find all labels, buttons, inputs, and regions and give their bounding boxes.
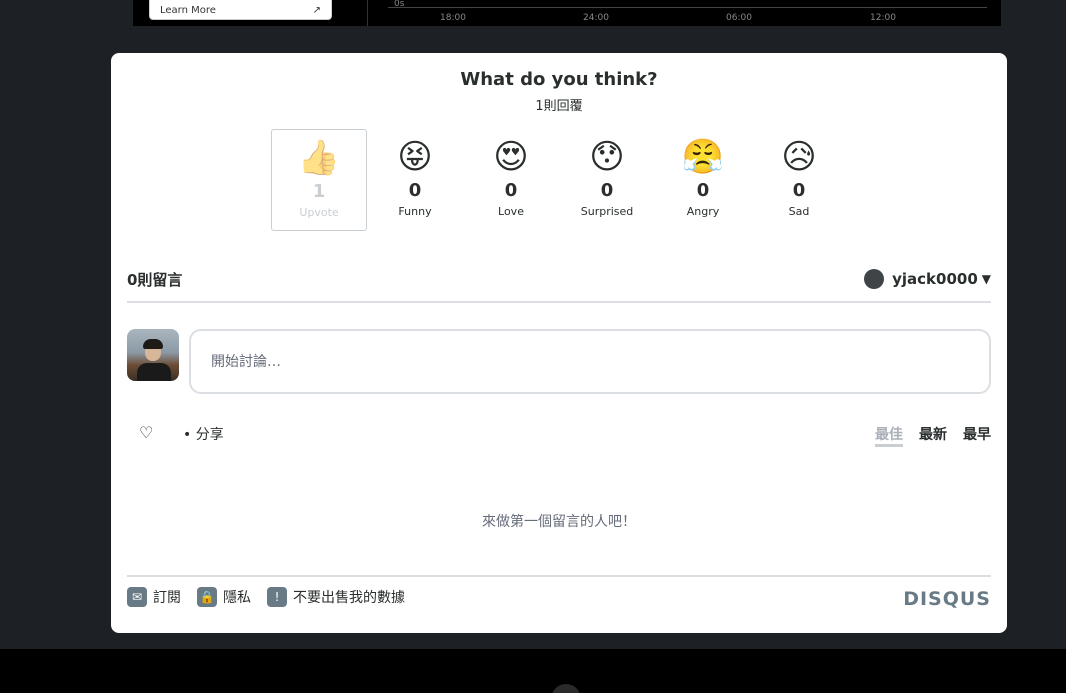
reactions-row: 👍 1 Upvote 😝 0 Funny 😍 0 Love 😯 0 Surpri… [271, 129, 847, 231]
lock-icon: 🔒 [197, 587, 217, 607]
reaction-upvote[interactable]: 👍 1 Upvote [271, 129, 367, 231]
exclamation-icon: ! [267, 587, 287, 607]
axis-label: 18:00 [440, 13, 466, 23]
reaction-count: 0 [408, 180, 422, 201]
axis-label: 0s [394, 0, 405, 9]
reaction-angry[interactable]: 😤 0 Angry [655, 129, 751, 231]
reactions-response-count: 1則回覆 [535, 99, 583, 114]
reactions-title: What do you think? [460, 69, 658, 90]
axis-label: 06:00 [726, 13, 752, 23]
heart-eyes-icon: 😍 [493, 137, 529, 177]
video-strip: Learn More ↗ 0s 18:00 24:00 06:00 12:00 [133, 0, 1001, 26]
reaction-label: Surprised [580, 205, 634, 218]
sad-face-icon: 😥 [781, 137, 817, 177]
footer: ✉ 訂閱 🔒 隱私 ! 不要出售我的數據 DISQUS [127, 587, 991, 610]
surprised-face-icon: 😯 [589, 137, 625, 177]
reaction-funny[interactable]: 😝 0 Funny [367, 129, 463, 231]
mini-chart: 0s 18:00 24:00 06:00 12:00 [367, 0, 1001, 26]
reaction-label: Sad [788, 205, 810, 218]
privacy-link[interactable]: 🔒 隱私 [197, 587, 251, 607]
chevron-down-icon[interactable]: ▼ [982, 272, 991, 286]
reaction-count: 0 [696, 180, 710, 201]
reaction-label: Angry [686, 205, 720, 218]
disqus-card: What do you think? 1則回覆 👍 1 Upvote 😝 0 F… [111, 53, 1007, 633]
reaction-count: 0 [504, 180, 518, 201]
reaction-label: Funny [398, 205, 432, 218]
learn-more-button[interactable]: Learn More ↗ [149, 0, 332, 20]
reaction-count: 0 [792, 180, 806, 201]
thumbs-up-icon: 👍 [297, 138, 341, 178]
comment-count: 0則留言 [127, 271, 183, 289]
comment-input[interactable]: 開始討論… [189, 329, 991, 394]
reaction-count: 0 [600, 180, 614, 201]
sort-best-tab[interactable]: 最佳 [875, 424, 903, 447]
privacy-label: 隱私 [223, 590, 251, 606]
user-menu[interactable]: yjack0000 ▼ [864, 269, 991, 289]
disqus-logo[interactable]: DISQUS [903, 588, 991, 610]
sort-tabs: 最佳 最新 最早 [875, 424, 991, 447]
share-button[interactable]: • 分享 [183, 424, 224, 444]
reaction-love[interactable]: 😍 0 Love [463, 129, 559, 231]
subscribe-link[interactable]: ✉ 訂閱 [127, 587, 181, 607]
reaction-sad[interactable]: 😥 0 Sad [751, 129, 847, 231]
sort-oldest-tab[interactable]: 最早 [963, 424, 991, 447]
reaction-count: 1 [312, 181, 326, 202]
learn-more-label: Learn More [160, 4, 216, 16]
avatar-hair [143, 339, 163, 349]
avatar-shirt [137, 363, 171, 381]
reaction-label: Upvote [299, 206, 339, 219]
mini-chart-axis [388, 7, 987, 8]
bottom-bar [0, 649, 1066, 693]
subscribe-label: 訂閱 [153, 590, 181, 606]
envelope-icon: ✉ [127, 587, 147, 607]
comments-header: 0則留言 yjack0000 ▼ [127, 263, 991, 303]
comment-actions: ♡ • 分享 最佳 最新 最早 [127, 421, 991, 447]
angry-face-icon: 😤 [681, 137, 725, 177]
heart-icon[interactable]: ♡ [139, 423, 153, 442]
username[interactable]: yjack0000 [892, 270, 978, 288]
sort-newest-tab[interactable]: 最新 [919, 424, 947, 447]
reaction-label: Love [498, 205, 524, 218]
funny-face-icon: 😝 [397, 137, 433, 177]
axis-label: 24:00 [583, 13, 609, 23]
do-not-sell-label: 不要出售我的數據 [293, 590, 405, 606]
empty-state-message: 來做第一個留言的人吧！ [482, 514, 636, 530]
comment-placeholder: 開始討論… [211, 354, 281, 370]
avatar[interactable] [127, 329, 179, 381]
reaction-surprised[interactable]: 😯 0 Surprised [559, 129, 655, 231]
do-not-sell-link[interactable]: ! 不要出售我的數據 [267, 587, 405, 607]
share-label: 分享 [195, 427, 224, 443]
axis-label: 12:00 [870, 13, 896, 23]
footer-divider [127, 575, 991, 577]
external-link-icon: ↗ [312, 4, 321, 16]
notification-bubble-icon[interactable] [864, 269, 885, 289]
